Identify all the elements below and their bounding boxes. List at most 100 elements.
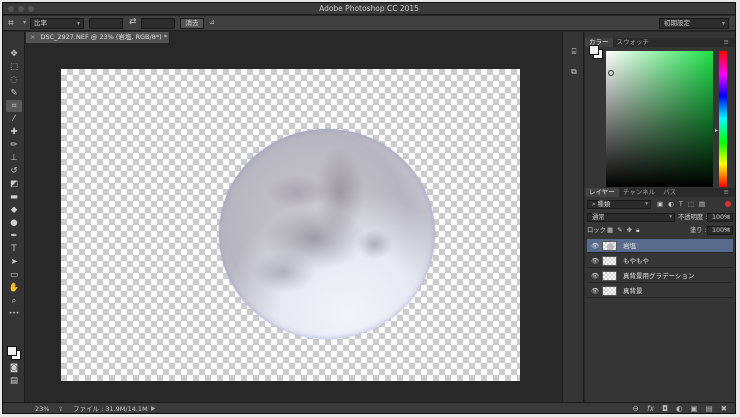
maximize-window-button[interactable] [28,6,34,12]
color-picker-cursor[interactable] [608,70,614,76]
eraser-icon[interactable]: ◩ [6,178,22,190]
title-bar: Adobe Photoshop CC 2015 [3,3,735,15]
history-brush-icon[interactable]: ↺ [6,165,22,177]
right-panels: カラースウォッチ ≡ ▸ レイヤーチャンネルパス ≡ ⌕ 種類 ▣ ◐ T ⬚ … [585,32,735,402]
new-layer-icon[interactable]: ▤ [706,403,713,413]
marquee-icon[interactable]: ⬚ [6,61,22,73]
collapsed-panel-dock: ⌸ ⧉ [562,32,584,402]
adjustment-layer-icon[interactable]: ◐ [676,403,683,413]
tab-layers[interactable]: レイヤー [585,188,619,197]
straighten-icon[interactable]: ⊿ [209,18,215,26]
history-panel-icon[interactable]: ⌸ [567,46,581,58]
layers-panel: レイヤーチャンネルパス ≡ ⌕ 種類 ▣ ◐ T ⬚ ▤ 通常 不透明度 : 1… [585,188,735,402]
fill-field[interactable]: 100% [707,226,733,235]
path-select-icon[interactable]: ➤ [6,256,22,268]
zoom-icon[interactable]: ⌕ [6,295,22,307]
export-icon[interactable]: ⇪ [58,403,63,413]
visibility-eye-icon[interactable]: 👁︎ [591,257,599,265]
blend-mode-select[interactable]: 通常 [587,213,675,222]
crop-icon[interactable]: ⌗ [8,18,22,29]
file-info: ファイル : 31.9M/14.1M [73,405,148,413]
layer-filter-select[interactable]: ⌕ 種類 [587,200,651,209]
layer-name: 真背景 [623,287,643,295]
document-title: DSC_2927.NEF @ 23% (岩塩, RGB/8*) * [40,33,167,41]
hue-slider[interactable] [719,51,727,187]
close-icon[interactable]: × [30,33,35,41]
adjustment-filter-icon[interactable]: ◐ [668,200,674,209]
crop-icon[interactable]: ⌗ [6,100,22,112]
gradient-icon[interactable]: ▬ [6,191,22,203]
document-tab[interactable]: × DSC_2927.NEF @ 23% (岩塩, RGB/8*) * [26,32,170,43]
type-filter-icon[interactable]: T [679,200,683,209]
ratio-select[interactable]: 比率 [30,18,84,29]
clear-button[interactable]: 消去 [180,18,204,29]
opacity-field[interactable]: 100% [707,213,733,222]
quick-select-icon[interactable]: ✎ [6,87,22,99]
healing-brush-icon[interactable]: ✚ [6,126,22,138]
layer-row[interactable]: 👁︎ 岩塩 [587,239,733,253]
layer-name: 岩塩 [623,242,636,250]
tab-channels[interactable]: チャンネル [619,188,659,197]
shape-filter-icon[interactable]: ⬚ [688,200,694,209]
close-window-button[interactable] [8,6,14,12]
clone-stamp-icon[interactable]: ⊥ [6,152,22,164]
lock-all-icon[interactable]: 🔒︎ [636,226,639,235]
brush-icon[interactable]: ✏ [6,139,22,151]
canvas-area[interactable] [26,43,561,401]
hue-slider-handle[interactable]: ▸ [715,127,718,134]
add-mask-icon[interactable]: ◘ [662,403,668,413]
workspace-select[interactable]: 初期設定 [659,18,729,29]
filter-toggle[interactable] [725,201,731,207]
properties-panel-icon[interactable]: ⧉ [567,66,581,78]
panel-menu-icon[interactable]: ≡ [720,188,733,197]
trash-icon[interactable]: ✖ [721,403,727,413]
move-icon[interactable]: ✥ [6,48,22,60]
moon-image [219,129,435,339]
lasso-icon[interactable]: ◌ [6,74,22,86]
foreground-color-swatch[interactable] [7,346,17,356]
minimize-window-button[interactable] [18,6,24,12]
lock-transparency-icon[interactable]: ▦ [607,226,613,235]
visibility-eye-icon[interactable]: 👁︎ [591,242,599,250]
height-field[interactable] [141,18,175,29]
layers-panel-tabs: レイヤー チャンネル パス ≡ [585,188,735,197]
eyedropper-icon[interactable]: ⁄ [6,113,22,125]
image-filter-icon[interactable]: ▣ [657,200,663,209]
fx-icon[interactable]: fx [647,403,654,413]
zoom-level[interactable]: 23% [35,403,49,413]
chevron-down-icon[interactable]: ▾ [23,19,26,26]
layer-row[interactable]: 👁︎ もやもや [587,254,733,268]
hand-icon[interactable]: ✋ [6,282,22,294]
tab-swatches[interactable]: スウォッチ [613,38,654,47]
swap-icon[interactable]: ⇄ [129,17,137,27]
layer-row[interactable]: 👁︎ 真背景 [587,284,733,298]
foreground-color-swatch[interactable] [589,45,599,55]
visibility-eye-icon[interactable]: 👁︎ [591,272,599,280]
layer-row[interactable]: 👁︎ 真背景用グラデーション [587,269,733,283]
tab-paths[interactable]: パス [659,188,680,197]
type-icon[interactable]: T [6,243,22,255]
saturation-value-field[interactable] [606,51,713,187]
status-menu-arrow-icon[interactable]: ▶ [151,403,156,413]
lock-icons: ▦ ✎ ✥ 🔒︎ [607,226,640,235]
visibility-eye-icon[interactable]: 👁︎ [591,287,599,295]
lock-paint-icon[interactable]: ✎ [617,226,622,235]
document-canvas[interactable] [61,69,520,381]
new-group-icon[interactable]: ▣ [691,403,698,413]
lock-position-icon[interactable]: ✥ [627,226,632,235]
opacity-label: 不透明度 : [678,214,708,221]
filter-icons: ▣ ◐ T ⬚ ▤ [657,200,705,209]
layer-name: もやもや [623,257,649,265]
quick-mask-icon[interactable]: ◙ [6,362,22,374]
pen-icon[interactable]: ✒ [6,230,22,242]
blur-icon[interactable]: ◆ [6,204,22,216]
dodge-icon[interactable]: ● [6,217,22,229]
screen-mode-icon[interactable]: ▤ [6,375,22,387]
rectangle-icon[interactable]: ▭ [6,269,22,281]
more-tools-icon[interactable]: ••• [6,308,22,320]
link-layers-icon[interactable]: ⊖ [633,403,639,413]
smart-object-filter-icon[interactable]: ▤ [699,200,705,209]
panel-menu-icon[interactable]: ≡ [720,38,733,47]
width-field[interactable] [89,18,123,29]
window-title: Adobe Photoshop CC 2015 [319,4,419,13]
